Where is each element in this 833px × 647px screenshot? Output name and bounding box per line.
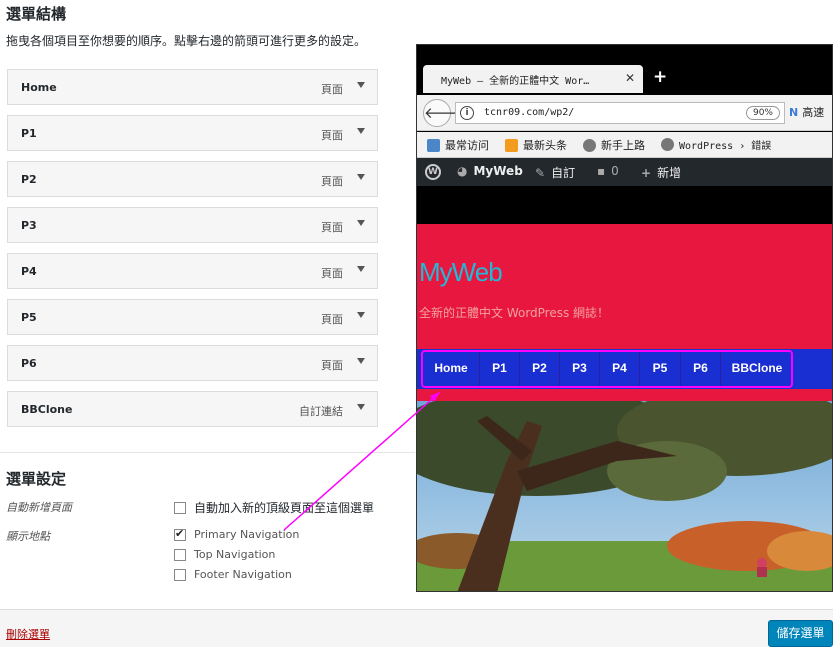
expand-arrow-icon[interactable] [357, 174, 365, 180]
section-divider [0, 452, 415, 453]
menu-item-p1[interactable]: P1 頁面 [7, 115, 378, 151]
expand-arrow-icon[interactable] [357, 266, 365, 272]
menu-item-title: P4 [21, 265, 37, 278]
menu-item-type: 頁面 [321, 313, 343, 326]
globe-icon [661, 138, 674, 151]
site-header: MyWeb 全新的正體中文 WordPress 網誌！ [417, 224, 832, 349]
bookmarks-bar: 最常访问 最新头条 新手上路 WordPress › 錯誤 [417, 132, 832, 158]
bookmark-getting-started[interactable]: 新手上路 [583, 137, 645, 153]
browser-preview: MyWeb – 全新的正體中文 Wor… ✕ + 🡐 i tcnr09.com/… [416, 44, 833, 592]
comment-icon: ▪ [597, 164, 606, 178]
auto-add-checkbox[interactable] [174, 501, 186, 514]
menu-item-type: 頁面 [321, 129, 343, 142]
search-icon [427, 138, 440, 152]
search-bar[interactable]: Ν 高速 [789, 104, 824, 120]
display-location-label: 顯示地點 [6, 530, 50, 543]
delete-menu-link[interactable]: 刪除選單 [6, 626, 50, 642]
tab-title: MyWeb – 全新的正體中文 Wor… [441, 76, 590, 87]
site-top-band [417, 186, 832, 224]
rss-icon [505, 138, 518, 152]
menu-item-p5[interactable]: P5 頁面 [7, 299, 378, 335]
back-arrow-icon[interactable]: 🡐 [423, 99, 464, 127]
menu-item-title: BBClone [21, 403, 73, 416]
menu-item-p4[interactable]: P4 頁面 [7, 253, 378, 289]
nav-highlight-box [421, 350, 793, 388]
brush-icon: ✎ [535, 165, 546, 180]
admin-site-link[interactable]: ◕ MyWeb [457, 164, 523, 178]
primary-navigation-checkbox[interactable] [174, 527, 186, 541]
menu-item-type: 頁面 [321, 267, 343, 280]
menu-item-type: 頁面 [321, 175, 343, 188]
site-description: 全新的正體中文 WordPress 網誌！ [419, 306, 610, 320]
wordpress-logo-icon[interactable]: W [425, 164, 441, 180]
expand-arrow-icon[interactable] [357, 220, 365, 226]
menu-item-p6[interactable]: P6 頁面 [7, 345, 378, 381]
top-navigation-checkbox[interactable] [174, 548, 186, 561]
menu-item-title: P6 [21, 357, 37, 370]
menu-item-title: P5 [21, 311, 37, 324]
admin-new-link[interactable]: + 新增 [641, 164, 681, 181]
dashboard-icon: ◕ [457, 164, 468, 178]
footer-bar: 刪除選單 儲存選單 [0, 609, 833, 647]
primary-navigation-label: Primary Navigation [194, 528, 300, 541]
browser-tab-bar: MyWeb – 全新的正體中文 Wor… ✕ + [417, 45, 832, 95]
site-navigation: Home P1 P2 P3 P4 P5 P6 BBClone [417, 349, 832, 389]
auto-add-label: 自動新增頁面 [6, 501, 72, 514]
info-icon[interactable]: i [460, 106, 474, 120]
globe-icon [583, 138, 596, 152]
expand-arrow-icon[interactable] [357, 128, 365, 134]
location-footer-row[interactable]: Footer Navigation [174, 568, 292, 581]
bookmark-wordpress-error[interactable]: WordPress › 錯誤 [661, 137, 771, 152]
menu-item-title: Home [21, 81, 57, 94]
menu-item-p3[interactable]: P3 頁面 [7, 207, 378, 243]
menu-structure-heading: 選單結構 [6, 5, 67, 23]
menu-item-bbclone[interactable]: BBClone 自訂連結 [7, 391, 378, 427]
site-red-strip [417, 389, 832, 401]
browser-nav-bar: 🡐 i tcnr09.com/wp2/ 90% Ν 高速 [417, 95, 832, 131]
menu-item-title: P1 [21, 127, 37, 140]
location-top-row[interactable]: Top Navigation [174, 548, 275, 561]
admin-comments-link[interactable]: ▪ 0 [597, 164, 619, 178]
hero-illustration [417, 401, 832, 591]
location-primary-row[interactable]: Primary Navigation [174, 527, 300, 541]
search-engine-icon: Ν [789, 106, 799, 119]
expand-arrow-icon[interactable] [357, 358, 365, 364]
close-icon[interactable]: ✕ [625, 71, 635, 85]
url-bar[interactable]: i tcnr09.com/wp2/ 90% [455, 102, 785, 124]
new-tab-icon[interactable]: + [653, 67, 667, 87]
menu-item-type: 頁面 [321, 83, 343, 96]
menu-item-title: P2 [21, 173, 37, 186]
menu-item-type: 頁面 [321, 359, 343, 372]
expand-arrow-icon[interactable] [357, 82, 365, 88]
menu-item-type: 頁面 [321, 221, 343, 234]
menu-item-title: P3 [21, 219, 37, 232]
menu-item-type: 自訂連結 [299, 405, 343, 418]
menu-item-p2[interactable]: P2 頁面 [7, 161, 378, 197]
save-menu-button[interactable]: 儲存選單 [768, 620, 833, 647]
url-text: tcnr09.com/wp2/ [484, 107, 575, 118]
menu-structure-description: 拖曳各個項目至你想要的順序。點擊右邊的箭頭可進行更多的設定。 [6, 34, 367, 48]
top-navigation-label: Top Navigation [194, 548, 276, 561]
bookmark-most-visited[interactable]: 最常访问 [427, 137, 489, 153]
auto-add-text: 自動加入新的頂級頁面至這個選單 [194, 501, 375, 515]
wp-admin-bar: W ◕ MyWeb ✎ 自訂 ▪ 0 + 新增 [417, 158, 832, 186]
expand-arrow-icon[interactable] [357, 312, 365, 318]
bookmark-latest[interactable]: 最新头条 [505, 137, 567, 153]
zoom-badge[interactable]: 90% [746, 106, 780, 120]
menu-item-home[interactable]: Home 頁面 [7, 69, 378, 105]
site-title[interactable]: MyWeb [419, 257, 503, 288]
expand-arrow-icon[interactable] [357, 404, 365, 410]
auto-add-row[interactable]: 自動加入新的頂級頁面至這個選單 [174, 499, 374, 516]
admin-customize-link[interactable]: ✎ 自訂 [535, 164, 575, 181]
footer-navigation-checkbox[interactable] [174, 568, 186, 581]
footer-navigation-label: Footer Navigation [194, 568, 292, 581]
hero-image [417, 401, 832, 591]
menu-settings-heading: 選單設定 [6, 470, 67, 488]
browser-tab[interactable]: MyWeb – 全新的正體中文 Wor… ✕ [423, 65, 643, 93]
plus-icon: + [641, 165, 652, 180]
